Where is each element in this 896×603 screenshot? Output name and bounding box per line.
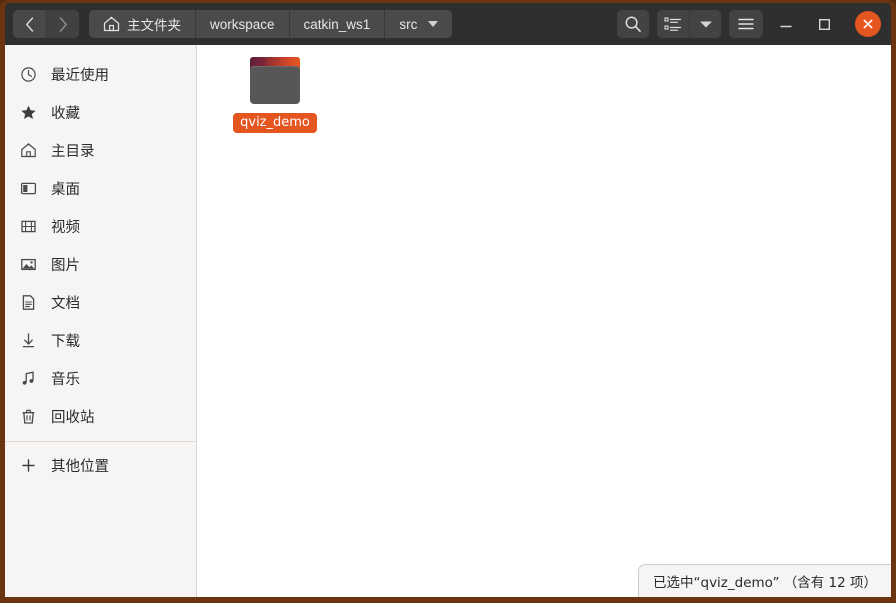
sidebar-item-videos[interactable]: 视频 [5, 207, 196, 245]
sidebar-item-documents[interactable]: 文档 [5, 283, 196, 321]
status-bar-text: 已选中“qviz_demo” （含有 12 项） [653, 575, 877, 591]
window-body: 最近使用 收藏 主目录 桌面 视频 图片 文档 下载 音乐 回收站 其他位置 q… [5, 45, 891, 597]
maximize-button[interactable] [809, 10, 839, 38]
sidebar-item-home[interactable]: 主目录 [5, 131, 196, 169]
chevron-down-icon [699, 21, 712, 27]
sidebar-item-trash-label: 回收站 [51, 409, 95, 426]
navigation-buttons [13, 10, 79, 38]
close-icon [863, 19, 873, 29]
file-item-label: qviz_demo [233, 113, 317, 133]
sidebar-item-pictures-label: 图片 [51, 257, 80, 274]
trash-icon [19, 407, 37, 425]
search-icon [625, 16, 641, 32]
forward-button[interactable] [46, 10, 79, 38]
minimize-button[interactable] [771, 10, 801, 38]
main-menu-button[interactable] [729, 10, 763, 38]
film-icon [19, 217, 37, 235]
breadcrumb-home[interactable]: 主文件夹 [89, 10, 195, 38]
file-list-view[interactable]: qviz_demo 已选中“qviz_demo” （含有 12 项） [197, 45, 891, 597]
sidebar-item-other-locations[interactable]: 其他位置 [5, 446, 196, 484]
folder-front-panel [250, 66, 300, 104]
home-icon [103, 16, 120, 32]
maximize-icon [818, 18, 830, 30]
sidebar-item-starred-label: 收藏 [51, 105, 80, 122]
sidebar-item-desktop[interactable]: 桌面 [5, 169, 196, 207]
view-options-dropdown[interactable] [689, 10, 721, 38]
sidebar-item-documents-label: 文档 [51, 295, 80, 312]
download-icon [19, 331, 37, 349]
breadcrumb-src[interactable]: src [384, 10, 453, 38]
sidebar-divider [5, 441, 196, 442]
search-button[interactable] [617, 10, 649, 38]
sidebar-item-recent[interactable]: 最近使用 [5, 55, 196, 93]
breadcrumb-home-label: 主文件夹 [127, 18, 181, 33]
sidebar-item-desktop-label: 桌面 [51, 181, 80, 198]
header-left-group: 主文件夹 workspace catkin_ws1 src [5, 10, 453, 38]
breadcrumb-catkin-ws1[interactable]: catkin_ws1 [288, 10, 385, 38]
sidebar-item-recent-label: 最近使用 [51, 67, 109, 84]
status-bar: 已选中“qviz_demo” （含有 12 项） [638, 564, 891, 597]
back-button[interactable] [13, 10, 46, 38]
places-sidebar: 最近使用 收藏 主目录 桌面 视频 图片 文档 下载 音乐 回收站 其他位置 [5, 45, 197, 597]
home-icon [19, 141, 37, 159]
desktop-icon [19, 179, 37, 197]
sidebar-item-starred[interactable]: 收藏 [5, 93, 196, 131]
breadcrumb-workspace-label: workspace [210, 16, 275, 32]
file-manager-window: 主文件夹 workspace catkin_ws1 src 最近使用 收藏 主目… [0, 0, 896, 603]
music-note-icon [19, 369, 37, 387]
sidebar-item-music-label: 音乐 [51, 371, 80, 388]
breadcrumb-src-label: src [399, 16, 418, 32]
path-breadcrumb-bar: 主文件夹 workspace catkin_ws1 src [89, 10, 453, 38]
hamburger-menu-icon [738, 18, 754, 30]
star-icon [19, 103, 37, 121]
sidebar-item-music[interactable]: 音乐 [5, 359, 196, 397]
sidebar-item-trash[interactable]: 回收站 [5, 397, 196, 435]
file-item-qviz-demo[interactable]: qviz_demo [227, 55, 323, 133]
sidebar-item-videos-label: 视频 [51, 219, 80, 236]
header-right-group [617, 10, 891, 38]
chevron-right-icon [59, 16, 67, 32]
list-view-button[interactable] [657, 10, 689, 38]
sidebar-item-other-locations-label: 其他位置 [51, 458, 109, 475]
minimize-icon [780, 25, 792, 28]
view-mode-group [657, 10, 721, 38]
breadcrumb-workspace[interactable]: workspace [195, 10, 289, 38]
sidebar-item-downloads[interactable]: 下载 [5, 321, 196, 359]
header-bar: 主文件夹 workspace catkin_ws1 src [5, 3, 891, 45]
image-icon [19, 255, 37, 273]
breadcrumb-catkin-ws1-label: catkin_ws1 [303, 16, 371, 32]
folder-icon [244, 55, 306, 107]
chevron-left-icon [25, 16, 34, 32]
sidebar-item-pictures[interactable]: 图片 [5, 245, 196, 283]
chevron-down-icon [428, 21, 439, 27]
clock-recent-icon [19, 65, 37, 83]
plus-icon [19, 456, 37, 474]
list-view-icon [664, 17, 682, 31]
sidebar-item-downloads-label: 下载 [51, 333, 80, 350]
document-icon [19, 293, 37, 311]
close-button[interactable] [855, 11, 881, 37]
sidebar-item-home-label: 主目录 [51, 143, 95, 160]
